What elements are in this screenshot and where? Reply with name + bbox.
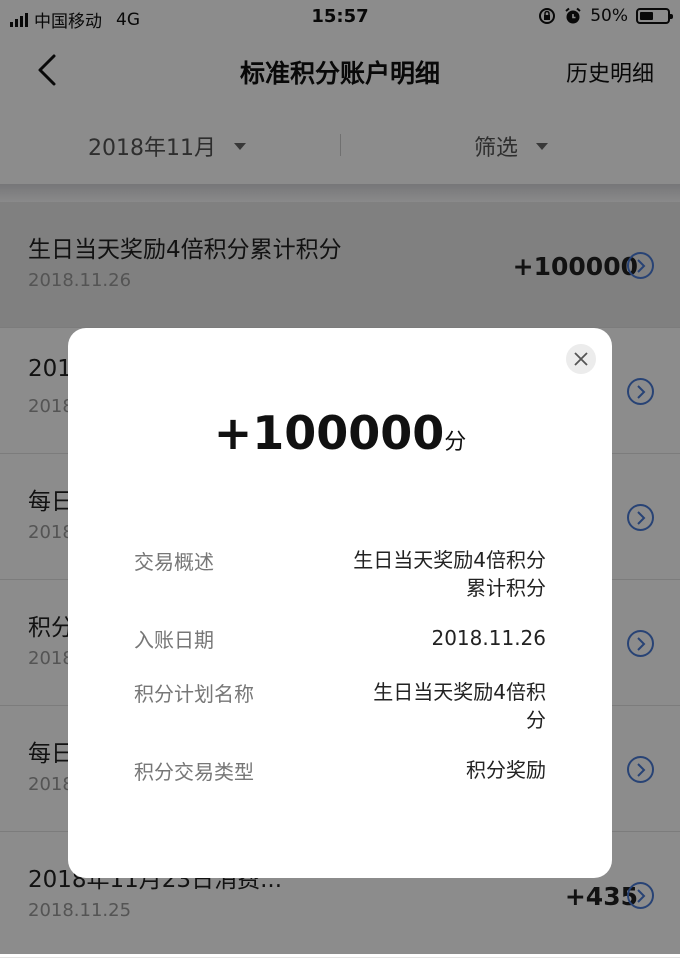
amount-value: +100000: [213, 406, 445, 460]
transaction-detail-dialog: +100000分 交易概述 生日当天奖励4倍积分累计积分 入账日期 2018.1…: [68, 328, 612, 878]
points-amount: +100000分: [68, 406, 612, 460]
close-icon: [574, 352, 588, 366]
detail-label: 入账日期: [134, 628, 214, 652]
detail-value: 生日当天奖励4倍积分累计积分: [353, 548, 546, 600]
amount-unit: 分: [444, 430, 467, 455]
detail-label: 积分交易类型: [134, 760, 254, 784]
detail-value: 积分奖励: [466, 758, 546, 782]
detail-label: 积分计划名称: [134, 682, 254, 706]
detail-value: 生日当天奖励4倍积分: [373, 680, 546, 732]
close-button[interactable]: [566, 344, 596, 374]
detail-value: 2018.11.26: [431, 626, 546, 650]
detail-label: 交易概述: [134, 550, 214, 574]
